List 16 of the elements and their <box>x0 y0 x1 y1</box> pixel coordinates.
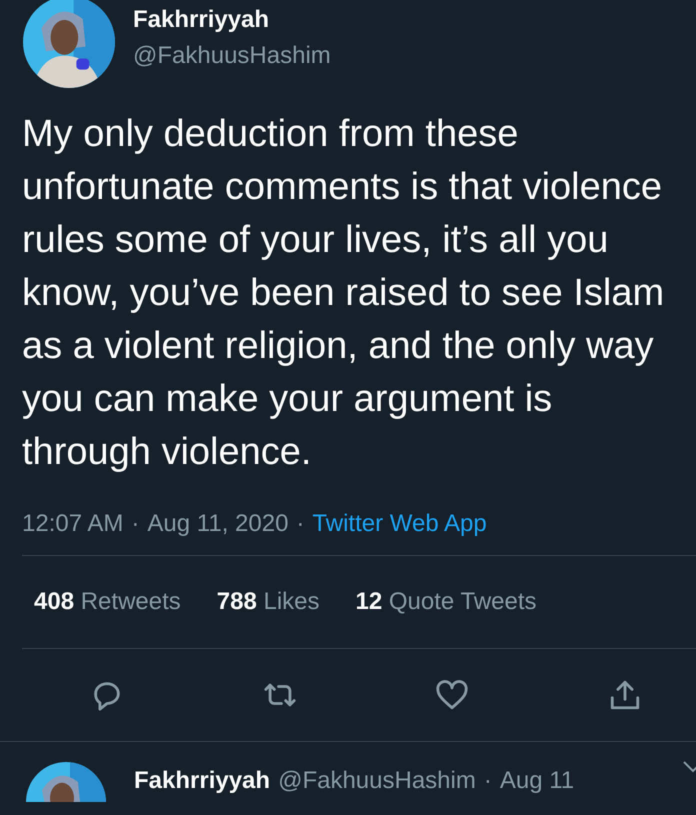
tweet-text: My only deduction from these unfortunate comments is that violence rules some of your lives, it’s all you know, you’ve been raised to see Islam as a violent religion, and the only way you can make your argument is through violence. <box>21 112 666 475</box>
tweet-date: Aug 11, 2020 <box>147 509 288 539</box>
author-handle[interactable]: @FakhuusHashim <box>278 767 476 802</box>
author-name[interactable]: Fakhrriyyah <box>134 767 270 802</box>
tweet-time: 12:07 AM <box>22 509 124 539</box>
like-icon[interactable] <box>435 678 470 712</box>
separator-dot: · <box>484 767 492 796</box>
separator-dot: · <box>296 509 304 539</box>
stat-link[interactable]: 788 Likes <box>216 588 320 616</box>
tweet-date: Aug 11 <box>500 767 574 796</box>
stat-link[interactable]: 408 Retweets <box>34 588 181 616</box>
stat-link[interactable]: 12 Quote Tweets <box>356 588 537 616</box>
separator-dot: · <box>131 509 140 539</box>
author-handle[interactable]: @FakhuusHashim <box>133 42 331 70</box>
source-link[interactable]: Twitter Web App <box>312 509 487 539</box>
author-name[interactable]: Fakhrriyyah <box>133 6 331 34</box>
